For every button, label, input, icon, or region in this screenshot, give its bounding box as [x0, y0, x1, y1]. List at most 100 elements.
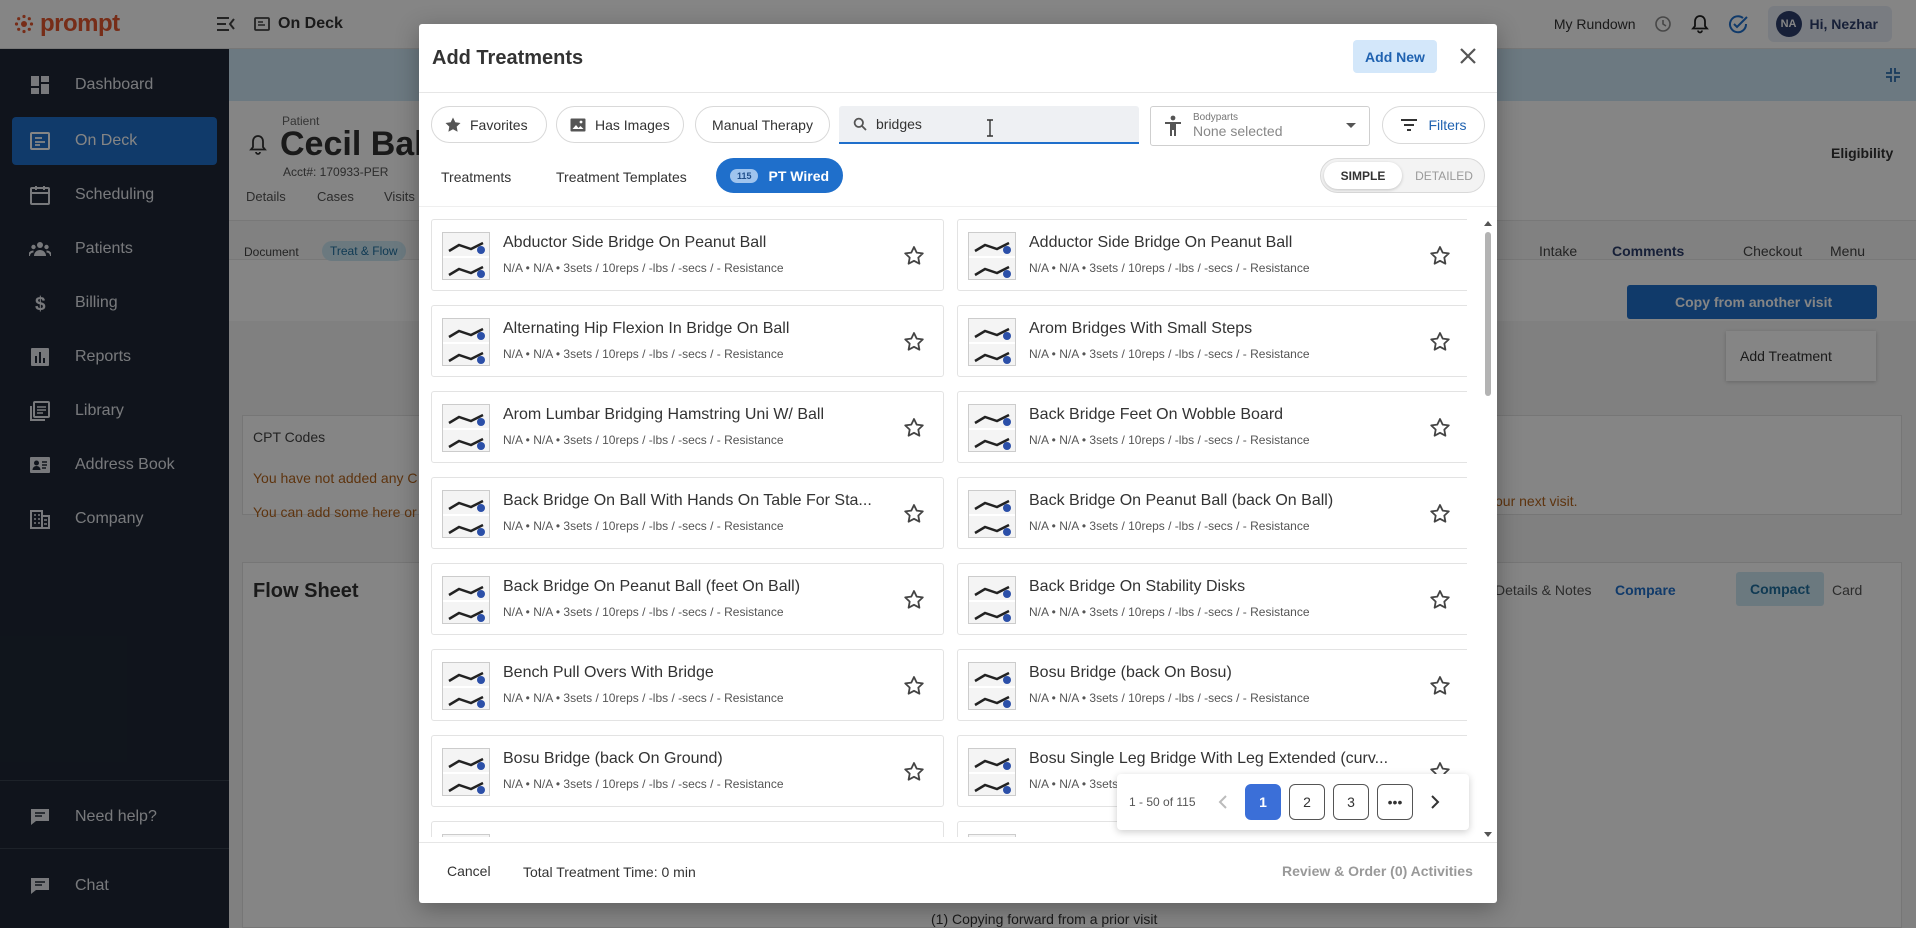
exercise-thumbnail	[968, 404, 1016, 452]
treatment-card[interactable]: Bosu Single Leg Bridge With Leg Extended…	[431, 821, 944, 837]
page-3-button[interactable]: 3	[1333, 784, 1369, 820]
treatment-title: Bosu Single Leg Bridge With Leg Extended…	[503, 836, 883, 837]
manual-therapy-filter-chip[interactable]: Manual Therapy	[695, 106, 830, 143]
exercise-thumbnail	[442, 748, 490, 796]
cancel-button[interactable]: Cancel	[447, 863, 491, 879]
treatment-card[interactable]: Back Bridge On Peanut Ball (back On Ball…	[957, 477, 1467, 549]
treatment-card[interactable]: Bench Pull Overs With Bridge N/A • N/A • …	[431, 649, 944, 721]
simple-view-option[interactable]: SIMPLE	[1324, 162, 1402, 189]
tab-count-badge: 115	[729, 168, 759, 183]
treatment-meta: N/A • N/A • 3sets / 10reps / -lbs / -sec…	[503, 777, 784, 791]
treatment-title: Back Bridge On Peanut Ball (back On Ball…	[1029, 492, 1334, 509]
treatment-meta: N/A • N/A • 3sets / 10reps / -lbs / -sec…	[1029, 433, 1310, 447]
pagination-range: 1 - 50 of 115	[1129, 795, 1196, 809]
treatment-meta: N/A • N/A • 3sets / 10reps / -lbs / -sec…	[503, 605, 784, 619]
treatment-card[interactable]: Arom Bridges With Small Steps N/A • N/A •…	[957, 305, 1467, 377]
treatment-card[interactable]: Arom Lumbar Bridging Hamstring Uni W/ Ba…	[431, 391, 944, 463]
treatment-card[interactable]: Abductor Side Bridge On Peanut Ball N/A •…	[431, 219, 944, 291]
favorites-filter-chip[interactable]: Favorites	[431, 106, 547, 143]
treatment-card[interactable]: Back Bridge On Ball With Hands On Table …	[431, 477, 944, 549]
add-treatments-modal: Add Treatments Add New Favorites Has Ima…	[419, 24, 1497, 903]
divider	[419, 842, 1497, 843]
treatment-title: Back Bridge On Ball With Hands On Table …	[503, 492, 872, 509]
treatment-meta: N/A • N/A • 3sets / 10reps / -lbs / -sec…	[1029, 519, 1310, 533]
star-filled-icon	[445, 117, 461, 132]
treatment-meta: N/A • N/A • 3sets / 10reps / -lbs / -sec…	[503, 261, 784, 275]
divider	[419, 206, 1497, 207]
treatment-meta: N/A • N/A • 3sets / 10reps / -lbs / -sec…	[503, 347, 784, 361]
treatment-card[interactable]: Back Bridge Feet On Wobble Board N/A • N/…	[957, 391, 1467, 463]
review-order-button[interactable]: Review & Order (0) Activities	[1282, 863, 1473, 879]
exercise-thumbnail	[442, 576, 490, 624]
prev-page-button[interactable]	[1209, 784, 1237, 820]
filters-button[interactable]: Filters	[1382, 106, 1485, 144]
exercise-thumbnail	[968, 318, 1016, 366]
treatment-card[interactable]: Alternating Hip Flexion In Bridge On Bal…	[431, 305, 944, 377]
favorite-star-icon[interactable]	[1428, 416, 1452, 440]
treatment-card[interactable]: Bosu Bridge (back On Ground) N/A • N/A • …	[431, 735, 944, 807]
chevron-left-icon	[1218, 795, 1227, 809]
treatment-title: Back Bridge Feet On Wobble Board	[1029, 406, 1284, 423]
treatment-title: Bosu Bridge (back On Bosu)	[1029, 664, 1232, 681]
treatment-title: Back Bridge On Stability Disks	[1029, 578, 1246, 595]
treatment-card[interactable]: Bosu Bridge (back On Bosu) N/A • N/A • 3s…	[957, 649, 1467, 721]
view-mode-toggle[interactable]: SIMPLE DETAILED	[1320, 158, 1485, 193]
scroll-down-icon[interactable]	[1484, 832, 1492, 838]
treatment-card[interactable]: Back Bridge On Peanut Ball (feet On Ball…	[431, 563, 944, 635]
text-cursor-icon	[987, 119, 993, 137]
treatment-title: Bench Pull Overs With Bridge	[503, 664, 714, 681]
favorite-star-icon[interactable]	[902, 244, 926, 268]
next-page-button[interactable]	[1421, 784, 1449, 820]
treatment-title: Arom Lumbar Bridging Hamstring Uni W/ Ba…	[503, 406, 824, 423]
page-1-button[interactable]: 1	[1245, 784, 1281, 820]
treatment-card[interactable]: Adductor Side Bridge On Peanut Ball N/A •…	[957, 219, 1467, 291]
favorite-star-icon[interactable]	[902, 674, 926, 698]
favorite-star-icon[interactable]	[1428, 502, 1452, 526]
treatment-title: Back Bridge On Peanut Ball (feet On Ball…	[503, 578, 801, 595]
detailed-view-option[interactable]: DETAILED	[1405, 162, 1483, 189]
chevron-down-icon	[1346, 123, 1356, 128]
treatment-title: Abductor Side Bridge On Peanut Ball	[503, 234, 767, 251]
exercise-thumbnail	[968, 232, 1016, 280]
scrollbar-thumb[interactable]	[1485, 232, 1491, 396]
tab-treatment-templates[interactable]: Treatment Templates	[556, 169, 687, 185]
treatment-card[interactable]: Back Bridge On Stability Disks N/A • N/A …	[957, 563, 1467, 635]
bodyparts-select[interactable]: Bodyparts None selected	[1150, 106, 1370, 146]
pagination: 1 - 50 of 115 1 2 3 •••	[1117, 774, 1469, 830]
body-icon	[1165, 115, 1181, 136]
chevron-right-icon	[1431, 795, 1440, 809]
favorite-star-icon[interactable]	[1428, 330, 1452, 354]
add-new-button[interactable]: Add New	[1353, 40, 1437, 73]
search-icon	[853, 117, 867, 131]
treatment-title: Adductor Side Bridge On Peanut Ball	[1029, 234, 1293, 251]
favorite-star-icon[interactable]	[902, 588, 926, 612]
has-images-filter-chip[interactable]: Has Images	[556, 106, 684, 143]
favorite-star-icon[interactable]	[902, 416, 926, 440]
favorite-star-icon[interactable]	[1428, 588, 1452, 612]
treatment-meta: N/A • N/A • 3sets / 10reps / -lbs / -sec…	[503, 433, 784, 447]
treatment-meta: N/A • N/A • 3sets / 10reps / -lbs / -sec…	[1029, 347, 1310, 361]
page-2-button[interactable]: 2	[1289, 784, 1325, 820]
treatment-meta: N/A • N/A • 3sets / 10reps / -lbs / -sec…	[1029, 691, 1310, 705]
favorite-star-icon[interactable]	[902, 502, 926, 526]
exercise-thumbnail	[968, 490, 1016, 538]
treatment-title: Arom Bridges With Small Steps	[1029, 320, 1253, 337]
list-scrollbar[interactable]	[1482, 220, 1493, 840]
tab-treatments[interactable]: Treatments	[441, 169, 511, 185]
close-icon[interactable]	[1456, 44, 1480, 68]
tab-pt-wired[interactable]: 115 PT Wired	[716, 158, 843, 193]
favorite-star-icon[interactable]	[902, 330, 926, 354]
favorite-star-icon[interactable]	[1428, 244, 1452, 268]
favorite-star-icon[interactable]	[1428, 674, 1452, 698]
more-pages-button[interactable]: •••	[1377, 784, 1413, 820]
favorite-star-icon[interactable]	[902, 760, 926, 784]
scroll-up-icon[interactable]	[1484, 220, 1492, 226]
divider	[419, 92, 1497, 93]
modal-title: Add Treatments	[432, 47, 584, 69]
exercise-thumbnail	[968, 748, 1016, 796]
treatment-title: Bosu Bridge (back On Ground)	[503, 750, 723, 767]
bodyparts-value: None selected	[1193, 123, 1283, 139]
exercise-thumbnail	[442, 318, 490, 366]
image-icon	[570, 118, 586, 131]
treatment-meta: N/A • N/A • 3sets / 10reps / -lbs / -sec…	[1029, 261, 1310, 275]
